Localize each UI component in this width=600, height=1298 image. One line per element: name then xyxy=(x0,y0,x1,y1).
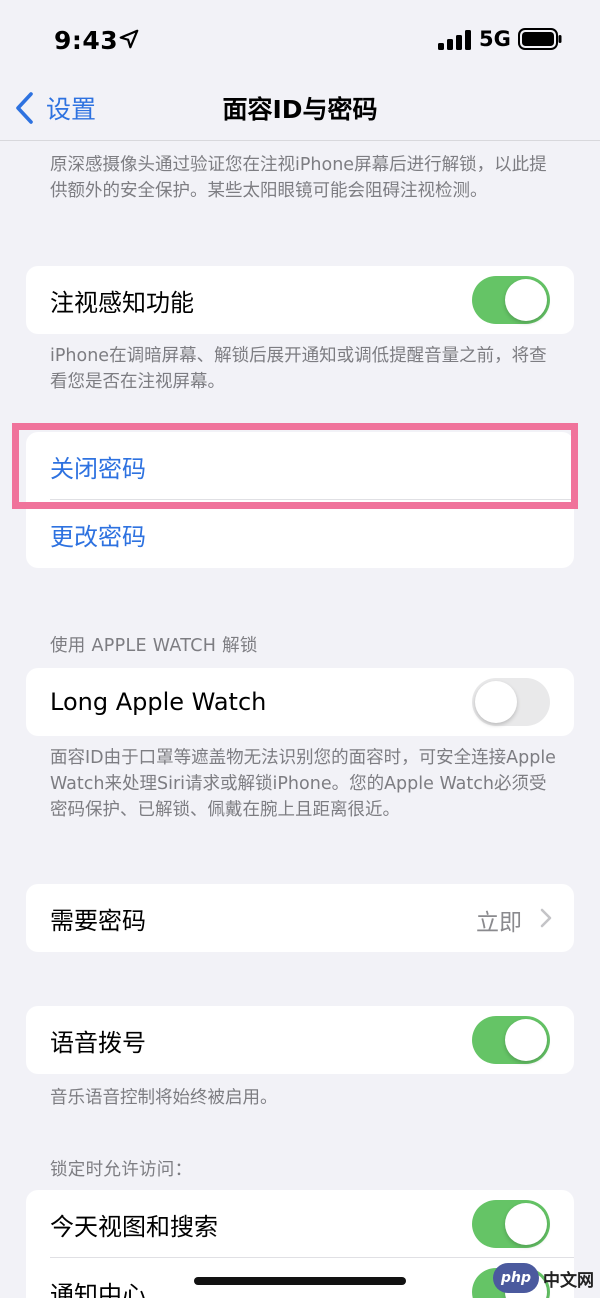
attention-aware-label: 注视感知功能 xyxy=(50,288,194,317)
turn-off-passcode-row[interactable]: 关闭密码 xyxy=(26,432,574,500)
voice-dial-row: 语音拨号 xyxy=(26,1006,574,1074)
toggle-knob xyxy=(505,1203,547,1245)
turn-off-passcode-label: 关闭密码 xyxy=(50,454,146,483)
apple-watch-toggle[interactable] xyxy=(472,678,550,726)
unlock-with-watch-header: 使用 APPLE WATCH 解锁 xyxy=(50,636,258,656)
voice-dial-card: 语音拨号 xyxy=(26,1006,574,1074)
attention-intro-footnote: 原深感摄像头通过验证您在注视iPhone屏幕后进行解锁，以此提供额外的安全保护。… xyxy=(50,155,547,201)
today-view-label: 今天视图和搜索 xyxy=(50,1212,218,1241)
apple-watch-footnote: 面容ID由于口罩等遮盖物无法识别您的面容时，可安全连接Apple Watch来处… xyxy=(50,748,556,820)
toggle-knob xyxy=(505,279,547,321)
home-indicator[interactable] xyxy=(194,1277,406,1285)
page-title: 面容ID与密码 xyxy=(222,95,378,124)
voice-dial-label: 语音拨号 xyxy=(50,1028,146,1057)
passcode-card: 关闭密码 更改密码 xyxy=(26,432,574,568)
apple-watch-label: Long Apple Watch xyxy=(50,688,267,716)
apple-watch-row: Long Apple Watch xyxy=(26,668,574,736)
navigation-bar: 设置 面容ID与密码 xyxy=(0,76,600,141)
allow-access-locked-header: 锁定时允许访问： xyxy=(50,1160,193,1180)
watermark-text: 中文网 xyxy=(543,1270,594,1291)
chevron-right-icon xyxy=(540,908,552,928)
status-bar: 9:43 5G xyxy=(0,0,600,76)
attention-aware-footnote: iPhone在调暗屏幕、解锁后展开通知或调低提醒音量之前，将查看您是否在注视屏幕… xyxy=(50,346,547,392)
toggle-knob xyxy=(505,1019,547,1061)
today-view-row: 今天视图和搜索 xyxy=(26,1190,574,1258)
location-arrow-icon xyxy=(119,29,139,49)
require-passcode-label: 需要密码 xyxy=(50,906,146,935)
attention-aware-card: 注视感知功能 xyxy=(26,266,574,334)
cellular-signal-icon xyxy=(438,30,471,50)
attention-aware-row: 注视感知功能 xyxy=(26,266,574,334)
change-passcode-row[interactable]: 更改密码 xyxy=(26,500,574,568)
status-time: 9:43 xyxy=(54,26,119,55)
watermark: php 中文网 xyxy=(493,1262,594,1294)
require-passcode-card: 需要密码 立即 xyxy=(26,884,574,952)
battery-icon xyxy=(518,28,562,50)
apple-watch-card: Long Apple Watch xyxy=(26,668,574,736)
network-type: 5G xyxy=(479,27,511,51)
voice-dial-toggle[interactable] xyxy=(472,1016,550,1064)
today-view-toggle[interactable] xyxy=(472,1200,550,1248)
watermark-logo: php xyxy=(493,1263,539,1293)
change-passcode-label: 更改密码 xyxy=(50,522,146,551)
toggle-knob xyxy=(475,681,517,723)
attention-aware-toggle[interactable] xyxy=(472,276,550,324)
notification-center-label: 通知中心 xyxy=(50,1280,146,1298)
require-passcode-row[interactable]: 需要密码 立即 xyxy=(26,884,574,952)
voice-dial-footnote: 音乐语音控制将始终被启用。 xyxy=(50,1088,278,1108)
require-passcode-value: 立即 xyxy=(476,910,522,936)
